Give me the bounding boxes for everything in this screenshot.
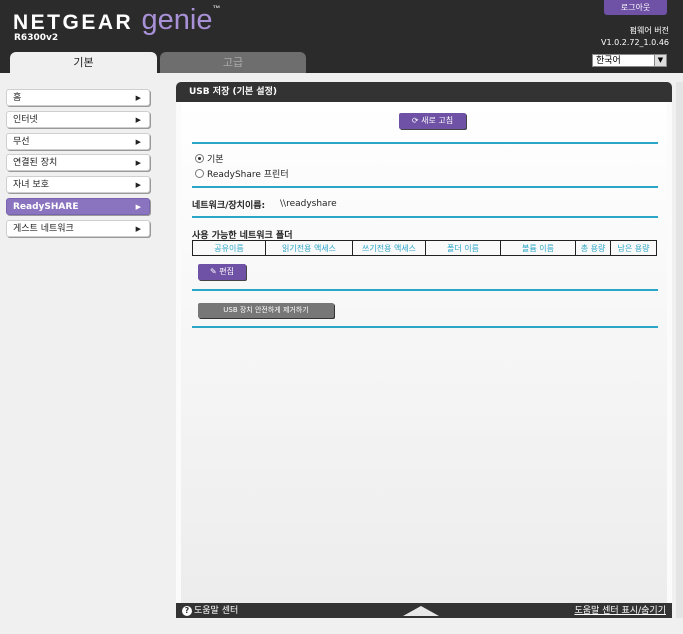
trademark-text: ™ [212, 4, 221, 13]
divider [192, 186, 658, 188]
radio-printer-row[interactable]: ReadyShare 프린터 [195, 169, 289, 181]
column-header: 공유이름 [192, 240, 266, 256]
divider [192, 289, 658, 291]
logout-button[interactable]: 로그아웃 [604, 0, 667, 15]
help-center-label: 도움말 센터 [194, 606, 239, 616]
sidebar-item-guest-network[interactable]: 게스트 네트워크 ▶ [6, 220, 150, 237]
model-name: R6300v2 [14, 33, 59, 43]
column-header: 폴더 이름 [425, 240, 501, 256]
table-header-row: 공유이름 읽기전용 액세스 쓰기전용 액세스 폴더 이름 볼륨 이름 총 용량 … [192, 240, 657, 256]
radio-basic-row[interactable]: 기본 [195, 154, 224, 166]
help-footer: ? 도움말 센터 도움말 센터 표시/숨기기 [176, 603, 672, 618]
radio-basic-label: 기본 [207, 155, 224, 165]
refresh-label: 새로 고침 [421, 116, 454, 125]
caret-right-icon: ▶ [135, 159, 141, 167]
sidebar-item-label: 인터넷 [13, 115, 38, 125]
tab-advanced[interactable]: 고급 [160, 52, 306, 73]
refresh-button[interactable]: ⟳ 새로 고침 [399, 113, 466, 129]
panel-title: USB 저장 (기본 설정) [176, 82, 672, 102]
brand-text: NETGEAR [13, 11, 134, 34]
sidebar-item-label: 게스트 네트워크 [13, 224, 74, 234]
toggle-help-link[interactable]: 도움말 센터 표시/숨기기 [574, 603, 666, 619]
network-folders-table: 공유이름 읽기전용 액세스 쓰기전용 액세스 폴더 이름 볼륨 이름 총 용량 … [192, 240, 657, 256]
top-header: NETGEAR genie™ R6300v2 로그아웃 펌웨어 버전 V1.0.… [0, 0, 683, 73]
caret-right-icon: ▶ [135, 225, 141, 233]
divider [192, 142, 658, 144]
help-icon: ? [182, 606, 192, 616]
sidebar-item-parental-controls[interactable]: 자녀 보호 ▶ [6, 176, 150, 193]
dropdown-arrow-icon: ▼ [654, 55, 666, 66]
radio-readyshare-printer[interactable] [195, 169, 204, 178]
sidebar-item-readyshare[interactable]: ReadySHARE ▶ [6, 198, 150, 215]
expand-arrow-icon[interactable] [403, 606, 439, 616]
scrollbar[interactable] [676, 82, 683, 618]
divider [192, 216, 658, 218]
caret-right-icon: ▶ [135, 94, 141, 102]
caret-right-icon: ▶ [135, 181, 141, 189]
sidebar-item-home[interactable]: 홈 ▶ [6, 89, 150, 106]
sidebar: 홈 ▶ 인터넷 ▶ 무선 ▶ 연결된 장치 ▶ 자녀 보호 ▶ ReadySHA… [0, 73, 166, 634]
divider [192, 326, 658, 328]
refresh-icon: ⟳ [411, 116, 419, 125]
language-value: 한국어 [596, 56, 621, 66]
caret-right-icon: ▶ [135, 116, 141, 124]
column-header: 볼륨 이름 [500, 240, 576, 256]
radio-basic[interactable] [195, 154, 204, 163]
edit-label: 편집 [219, 267, 234, 276]
panel-content: ⟳ 새로 고침 기본 ReadyShare 프린터 네트워크/장치이름: \\r… [181, 102, 667, 614]
sidebar-item-attached-devices[interactable]: 연결된 장치 ▶ [6, 154, 150, 171]
firmware-version: V1.0.2.72_1.0.46 [601, 38, 669, 47]
usb-storage-panel: USB 저장 (기본 설정) ⟳ 새로 고침 기본 ReadyShare 프린터… [176, 82, 672, 618]
network-device-value: \\readyshare [280, 199, 337, 209]
help-center-link[interactable]: ? 도움말 센터 [182, 603, 238, 619]
radio-printer-label: ReadyShare 프린터 [207, 170, 289, 180]
sidebar-item-label: ReadySHARE [13, 202, 79, 212]
sidebar-item-label: 연결된 장치 [13, 158, 58, 168]
sidebar-item-label: 홈 [13, 93, 22, 103]
column-header: 쓰기전용 액세스 [352, 240, 426, 256]
column-header: 읽기전용 액세스 [265, 240, 353, 256]
column-header: 총 용량 [575, 240, 611, 256]
column-header: 남은 용량 [610, 240, 657, 256]
network-device-label: 네트워크/장치이름: [192, 201, 266, 211]
edit-button[interactable]: ✎ 편집 [198, 264, 246, 280]
caret-right-icon: ▶ [135, 138, 141, 146]
language-select[interactable]: 한국어 ▼ [592, 54, 667, 67]
pencil-icon: ✎ [210, 267, 217, 276]
sidebar-item-label: 자녀 보호 [13, 180, 49, 190]
product-text: genie [141, 4, 213, 36]
sidebar-item-wireless[interactable]: 무선 ▶ [6, 133, 150, 150]
sidebar-item-internet[interactable]: 인터넷 ▶ [6, 111, 150, 128]
sidebar-item-label: 무선 [13, 137, 30, 147]
tab-basic[interactable]: 기본 [10, 52, 157, 73]
firmware-label: 펌웨어 버전 [629, 26, 669, 35]
safely-remove-usb-button[interactable]: USB 장치 안전하게 제거하기 [198, 303, 334, 318]
caret-right-icon: ▶ [135, 203, 141, 211]
